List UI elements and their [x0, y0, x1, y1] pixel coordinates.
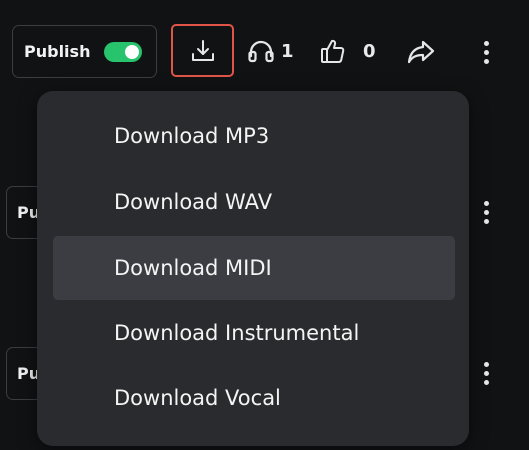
download-icon — [191, 39, 214, 61]
download-button[interactable] — [171, 24, 234, 77]
plays-count: 1 — [281, 40, 294, 62]
publish-switch[interactable] — [104, 41, 143, 62]
menu-item-download-wav[interactable]: Download WAV — [53, 170, 455, 234]
download-menu: Download MP3 Download WAV Download MIDI … — [37, 91, 469, 446]
more-vertical-icon — [483, 361, 489, 367]
share-button[interactable] — [405, 38, 437, 66]
more-options-button[interactable] — [476, 35, 496, 69]
thumbs-up-icon[interactable] — [319, 37, 347, 65]
likes-count: 0 — [363, 40, 376, 62]
publish-label: Publish — [24, 42, 91, 61]
menu-item-download-mp3[interactable]: Download MP3 — [53, 104, 455, 168]
menu-item-download-instrumental[interactable]: Download Instrumental — [53, 301, 455, 365]
publish-toggle[interactable]: Publish — [12, 25, 157, 78]
share-icon — [407, 40, 435, 64]
row-more-options-button[interactable] — [476, 195, 496, 229]
menu-item-download-vocal[interactable]: Download Vocal — [53, 366, 455, 430]
switch-knob — [125, 44, 140, 59]
menu-item-download-midi[interactable]: Download MIDI — [53, 236, 455, 300]
more-vertical-icon — [483, 200, 489, 206]
row-more-options-button[interactable] — [476, 356, 496, 390]
likes-stat[interactable]: 0 — [319, 34, 376, 68]
headphones-icon — [248, 40, 274, 63]
more-vertical-icon — [483, 40, 489, 46]
plays-stat: 1 — [247, 34, 294, 68]
